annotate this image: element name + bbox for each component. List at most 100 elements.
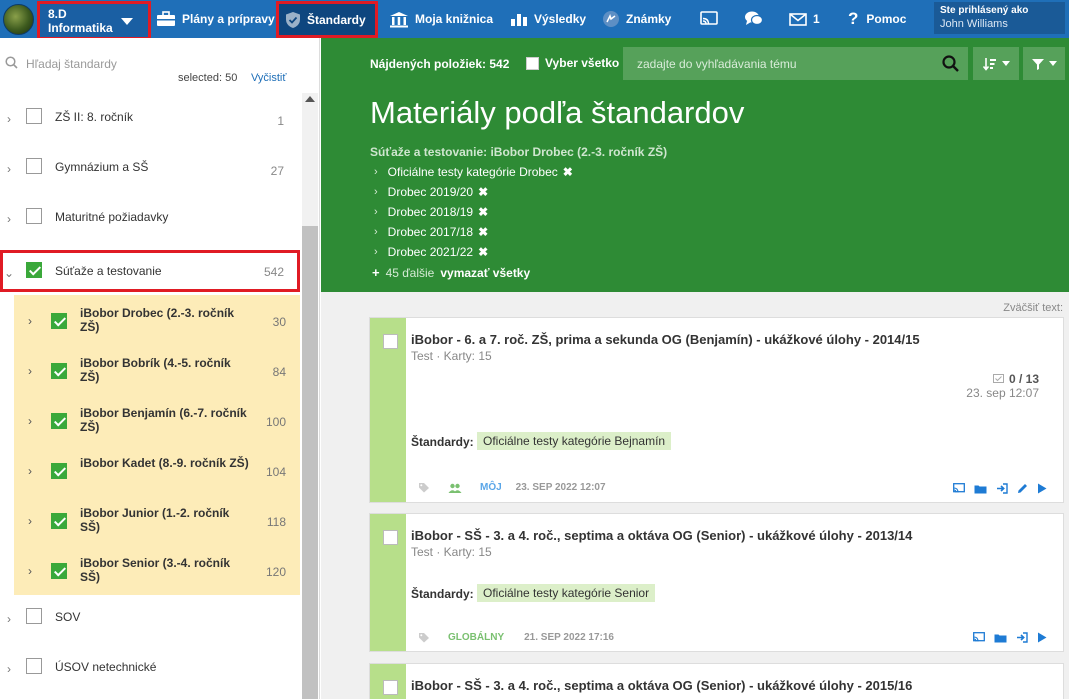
nav-library-label: Moja knižnica: [415, 12, 494, 26]
close-icon[interactable]: ✖: [563, 165, 573, 179]
subitem-benjamin[interactable]: › iBobor Benjamín (6.-7. ročník ZŠ) 100: [14, 395, 300, 445]
subitem-checkbox[interactable]: [51, 363, 67, 379]
play-icon[interactable]: [1037, 632, 1047, 643]
play-icon[interactable]: [1037, 483, 1047, 494]
subitem-drobec[interactable]: › iBobor Drobec (2.-3. ročník ZŠ) 30: [14, 295, 300, 345]
tree-checkbox[interactable]: [26, 158, 42, 174]
nav-cast[interactable]: [700, 0, 724, 38]
standards-search-input[interactable]: [26, 55, 286, 73]
chevron-right-icon[interactable]: ›: [4, 612, 14, 626]
tree-item-sutaze[interactable]: ⌄ Súťaže a testovanie 542: [0, 250, 300, 292]
card-checkbox[interactable]: [383, 680, 398, 695]
nav-plans[interactable]: Plány a prípravy: [156, 0, 275, 38]
class-selector[interactable]: 8.D Informatika: [37, 1, 151, 40]
folder-icon[interactable]: [974, 484, 987, 494]
active-filter[interactable]: › Drobec 2017/18 ✖: [374, 225, 488, 239]
scroll-up-arrow-icon[interactable]: [305, 96, 315, 102]
active-filter[interactable]: › Drobec 2021/22 ✖: [374, 245, 488, 259]
topic-search-input[interactable]: [623, 47, 968, 80]
sort-button[interactable]: [973, 47, 1019, 80]
tree-item-maturitne[interactable]: › Maturitné požiadavky: [0, 194, 300, 244]
subitem-checkbox[interactable]: [51, 413, 67, 429]
clear-selection-link[interactable]: Vyčistiť: [251, 72, 287, 84]
chevron-down-icon[interactable]: ⌄: [4, 266, 14, 280]
card-title[interactable]: iBobor - 6. a 7. roč. ZŠ, prima a sekund…: [411, 332, 920, 347]
chevron-right-icon[interactable]: ›: [28, 414, 32, 428]
tag-icon[interactable]: [418, 482, 430, 493]
subitem-junior[interactable]: › iBobor Junior (1.-2. ročník SŠ) 118: [14, 495, 300, 545]
subitem-bobrik[interactable]: › iBobor Bobrík (4.-5. ročník ZŠ) 84: [14, 345, 300, 395]
tree-checkbox[interactable]: [26, 608, 42, 624]
select-all-toggle[interactable]: Vyber všetko: [526, 56, 619, 70]
chevron-right-icon[interactable]: ›: [4, 662, 14, 676]
cast-icon[interactable]: [953, 483, 965, 494]
cast-icon[interactable]: [973, 632, 985, 643]
select-all-checkbox[interactable]: [526, 56, 539, 70]
nav-messages[interactable]: [744, 0, 770, 38]
zoom-text-control[interactable]: Zväčšiť text:: [1003, 302, 1063, 314]
subitem-checkbox[interactable]: [51, 563, 67, 579]
material-card[interactable]: iBobor - SŠ - 3. a 4. roč., septima a ok…: [369, 663, 1064, 699]
nav-library[interactable]: Moja knižnica: [389, 0, 493, 38]
nav-grades[interactable]: Známky: [602, 0, 671, 38]
card-checkbox[interactable]: [383, 334, 398, 349]
tree-item-zs-8[interactable]: › ZŠ II: 8. ročník 1: [0, 94, 300, 144]
subitem-senior[interactable]: › iBobor Senior (3.-4. ročník SŠ) 120: [14, 545, 300, 595]
card-title[interactable]: iBobor - SŠ - 3. a 4. roč., septima a ok…: [411, 678, 912, 693]
chevron-right-icon: ›: [374, 206, 378, 218]
chevron-right-icon[interactable]: ›: [4, 112, 14, 126]
search-icon[interactable]: [942, 55, 959, 72]
chevron-right-icon[interactable]: ›: [28, 364, 32, 378]
folder-icon[interactable]: [994, 633, 1007, 643]
active-filter[interactable]: › Drobec 2018/19 ✖: [374, 205, 488, 219]
scrollbar-thumb[interactable]: [302, 226, 318, 699]
tag-icon[interactable]: [418, 632, 430, 643]
chevron-right-icon[interactable]: ›: [28, 464, 32, 478]
nav-results[interactable]: Výsledky: [510, 0, 586, 38]
chevron-right-icon[interactable]: ›: [28, 514, 32, 528]
material-card[interactable]: iBobor - SŠ - 3. a 4. roč., septima a ok…: [369, 513, 1064, 652]
sidebar-scrollbar[interactable]: [302, 93, 318, 699]
nav-mail[interactable]: 1: [789, 0, 820, 38]
card-title[interactable]: iBobor - SŠ - 3. a 4. roč., septima a ok…: [411, 528, 912, 543]
subitem-checkbox[interactable]: [51, 313, 67, 329]
subitem-checkbox[interactable]: [51, 513, 67, 529]
school-logo[interactable]: [3, 4, 34, 35]
active-filter[interactable]: › Oficiálne testy kategórie Drobec ✖: [374, 165, 573, 179]
subitem-checkbox[interactable]: [51, 463, 67, 479]
close-icon[interactable]: ✖: [478, 245, 488, 259]
chevron-right-icon[interactable]: ›: [28, 564, 32, 578]
nav-standards[interactable]: Štandardy: [276, 1, 378, 38]
plus-icon[interactable]: +: [372, 265, 380, 280]
subitem-kadet[interactable]: › iBobor Kadet (8.-9. ročník ZŠ) 104: [14, 445, 300, 495]
tree-item-gymnazium[interactable]: › Gymnázium a SŠ 27: [0, 144, 300, 194]
active-filter[interactable]: › Drobec 2019/20 ✖: [374, 185, 488, 199]
tree-checkbox[interactable]: [26, 208, 42, 224]
close-icon[interactable]: ✖: [478, 185, 488, 199]
more-filters-link[interactable]: 45 ďalšie: [386, 266, 435, 280]
chevron-right-icon[interactable]: ›: [4, 212, 14, 226]
close-icon[interactable]: ✖: [478, 225, 488, 239]
material-card[interactable]: iBobor - 6. a 7. roč. ZŠ, prima a sekund…: [369, 317, 1064, 503]
card-result-date: 23. sep 12:07: [966, 386, 1039, 400]
clear-all-filters-link[interactable]: vymazať všetky: [440, 266, 530, 280]
card-checkbox[interactable]: [383, 530, 398, 545]
sign-in-icon[interactable]: [996, 483, 1008, 494]
card-standards-label: Štandardy:: [411, 435, 474, 449]
chevron-right-icon[interactable]: ›: [4, 162, 14, 176]
tree-checkbox[interactable]: [26, 108, 42, 124]
card-standard-tag[interactable]: Oficiálne testy kategórie Senior: [477, 584, 656, 602]
nav-help-label: Pomoc: [866, 12, 907, 26]
filter-button[interactable]: [1023, 47, 1065, 80]
close-icon[interactable]: ✖: [478, 205, 488, 219]
user-menu[interactable]: Ste prihlásený ako John Williams: [934, 2, 1065, 34]
card-standard-tag[interactable]: Oficiálne testy kategórie Bejnamín: [477, 432, 672, 450]
sign-in-icon[interactable]: [1016, 632, 1028, 643]
chevron-right-icon[interactable]: ›: [28, 314, 32, 328]
pencil-icon[interactable]: [1017, 483, 1028, 494]
tree-checkbox[interactable]: [26, 658, 42, 674]
tree-item-sov[interactable]: › SOV: [0, 594, 300, 644]
nav-help[interactable]: ? Pomoc: [848, 0, 906, 38]
tree-checkbox[interactable]: [26, 262, 42, 278]
tree-item-usov[interactable]: › ÚSOV netechnické: [0, 644, 300, 694]
